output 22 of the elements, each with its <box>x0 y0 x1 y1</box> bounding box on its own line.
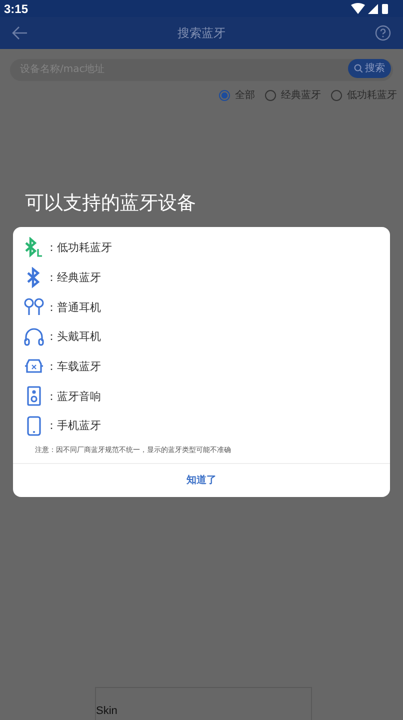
help-icon[interactable] <box>375 25 391 41</box>
device-type-label: ：普通耳机 <box>46 300 101 315</box>
device-type-label: ：经典蓝牙 <box>46 270 101 286</box>
filter-radio[interactable]: 全部 <box>219 88 255 102</box>
search-button[interactable]: 搜索 <box>348 58 391 78</box>
search-icon <box>354 64 363 72</box>
back-icon[interactable] <box>12 26 28 40</box>
device-type-label: ：蓝牙音响 <box>46 388 101 404</box>
panel-text: Skin <box>96 705 118 718</box>
device-type-label: ：车载蓝牙 <box>46 359 101 374</box>
bluetooth-le-icon <box>23 236 45 259</box>
device-type-label: ：低功耗蓝牙 <box>46 240 112 256</box>
status-icons <box>351 2 389 14</box>
device-type-label: ：手机蓝牙 <box>46 418 101 434</box>
dialog-heading: 可以支持的蓝牙设备 <box>25 191 197 215</box>
filter-radio[interactable]: 经典蓝牙 <box>265 88 321 102</box>
status-time: 3:15 <box>4 2 28 16</box>
headphones-icon <box>23 326 45 348</box>
ok-button[interactable]: 知道了 <box>13 464 390 497</box>
page-title: 搜索蓝牙 <box>178 24 226 42</box>
device-type-label: ：头戴耳机 <box>46 329 101 344</box>
filter-radio[interactable]: 低功耗蓝牙 <box>331 88 397 102</box>
